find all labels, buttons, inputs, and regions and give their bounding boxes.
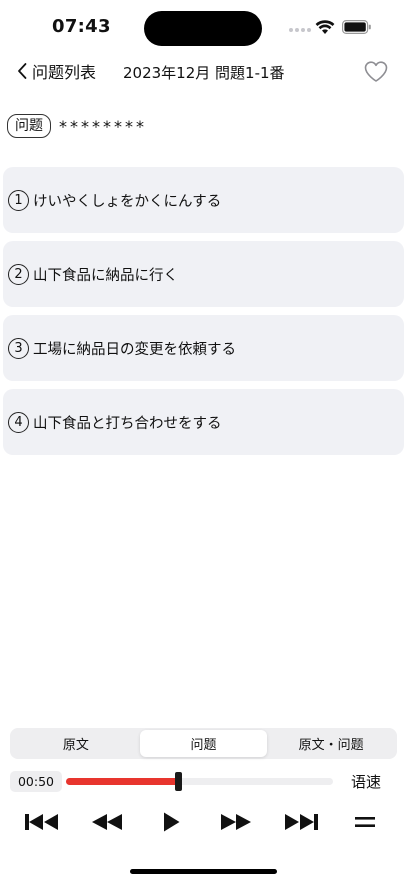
progress-fill bbox=[66, 778, 178, 785]
fast-forward-icon bbox=[221, 814, 251, 830]
option-text: 山下食品に納品に行く bbox=[33, 267, 178, 284]
current-time-badge: 00:50 bbox=[10, 771, 62, 792]
equals-menu-icon bbox=[355, 817, 375, 827]
play-icon bbox=[164, 812, 180, 832]
view-mode-segmented-control: 原文 问题 原文・问题 bbox=[10, 728, 397, 759]
answer-option-1[interactable]: 1 けいやくしょをかくにんする bbox=[3, 167, 404, 233]
question-tag: 问题 bbox=[7, 114, 51, 138]
option-number: 4 bbox=[8, 411, 29, 433]
skip-to-start-icon bbox=[25, 814, 58, 830]
option-text: 山下食品と打ち合わせをする bbox=[33, 415, 222, 432]
menu-button[interactable] bbox=[353, 808, 377, 836]
option-text: けいやくしょをかくにんする bbox=[33, 193, 222, 210]
nav-bar: 问题列表 2023年12月 問題1-1番 bbox=[0, 56, 407, 90]
wifi-icon bbox=[315, 20, 335, 34]
playback-controls bbox=[0, 808, 407, 836]
heart-outline-icon[interactable] bbox=[363, 59, 389, 85]
option-number: 1 bbox=[8, 189, 29, 211]
segment-original[interactable]: 原文 bbox=[12, 730, 140, 757]
progress-slider[interactable] bbox=[66, 772, 333, 791]
answer-option-4[interactable]: 4 山下食品と打ち合わせをする bbox=[3, 389, 404, 455]
answer-option-3[interactable]: 3 工場に納品日の変更を依頼する bbox=[3, 315, 404, 381]
progress-thumb[interactable] bbox=[175, 772, 182, 791]
cellular-signal-icon bbox=[289, 28, 311, 32]
answer-options: 1 けいやくしょをかくにんする 2 山下食品に納品に行く 3 工場に納品日の変更… bbox=[3, 167, 404, 463]
question-row: 问题 ******** bbox=[7, 114, 147, 138]
option-text: 工場に納品日の変更を依頼する bbox=[33, 341, 236, 358]
status-bar: 07:43 bbox=[0, 0, 407, 56]
option-number: 3 bbox=[8, 337, 29, 359]
answer-option-2[interactable]: 2 山下食品に納品に行く bbox=[3, 241, 404, 307]
segment-original-and-question[interactable]: 原文・问题 bbox=[267, 730, 395, 757]
playback-speed-button[interactable]: 语速 bbox=[351, 771, 381, 792]
play-button[interactable] bbox=[160, 808, 182, 836]
back-label: 问题列表 bbox=[32, 63, 97, 82]
rewind-button[interactable] bbox=[91, 808, 123, 836]
dynamic-island bbox=[144, 11, 262, 46]
back-button[interactable]: 问题列表 bbox=[16, 59, 96, 83]
skip-to-end-button[interactable] bbox=[283, 808, 319, 836]
question-text: ******** bbox=[59, 116, 147, 136]
skip-to-start-button[interactable] bbox=[24, 808, 60, 836]
battery-icon bbox=[342, 20, 371, 34]
option-number: 2 bbox=[8, 263, 29, 285]
skip-to-end-icon bbox=[285, 814, 318, 830]
fast-forward-button[interactable] bbox=[220, 808, 252, 836]
segment-question[interactable]: 问题 bbox=[139, 730, 268, 757]
page-title: 2023年12月 問題1-1番 bbox=[123, 64, 285, 82]
status-time: 07:43 bbox=[52, 16, 111, 37]
home-indicator bbox=[130, 869, 277, 874]
rewind-icon bbox=[92, 814, 122, 830]
chevron-left-icon bbox=[18, 63, 27, 79]
